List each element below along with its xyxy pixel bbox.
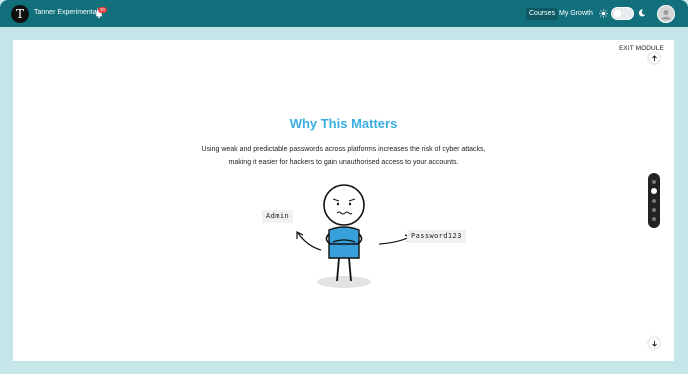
arrow-up-icon — [651, 54, 657, 61]
theme-toggle-knob — [613, 9, 622, 18]
progress-dot[interactable] — [652, 208, 656, 212]
nav-courses-link[interactable]: Courses — [526, 8, 559, 20]
org-logo[interactable]: T — [11, 5, 29, 23]
progress-dot-active[interactable] — [651, 188, 657, 194]
moon-icon — [638, 9, 646, 17]
scroll-down-button[interactable] — [648, 337, 660, 349]
password-label-chip: Password123 — [407, 230, 466, 243]
org-name: Tanner Experimental — [34, 9, 99, 16]
theme-toggle[interactable] — [611, 7, 634, 20]
progress-dot[interactable] — [652, 199, 656, 203]
section-progress-dots — [648, 173, 660, 228]
page-description: Using weak and predictable passwords acr… — [201, 146, 486, 166]
user-avatar[interactable] — [657, 5, 675, 23]
notification-count-badge: 20 — [98, 7, 107, 13]
scroll-up-button[interactable] — [648, 52, 660, 64]
module-panel: EXIT MODULE Why This Matters Using weak … — [13, 40, 674, 361]
username-label-chip: Admin — [262, 210, 294, 223]
progress-dot[interactable] — [652, 180, 656, 184]
arrow-down-icon — [651, 340, 657, 347]
page-title: Why This Matters — [289, 116, 398, 131]
nav-my-growth-link[interactable]: My Growth — [559, 8, 593, 20]
exit-module-button[interactable]: EXIT MODULE — [619, 45, 664, 52]
progress-dot[interactable] — [652, 217, 656, 221]
sun-icon — [599, 9, 608, 18]
top-navigation-bar: T Tanner Experimental 20 Courses My Grow… — [0, 0, 688, 27]
user-avatar-icon — [661, 10, 671, 20]
